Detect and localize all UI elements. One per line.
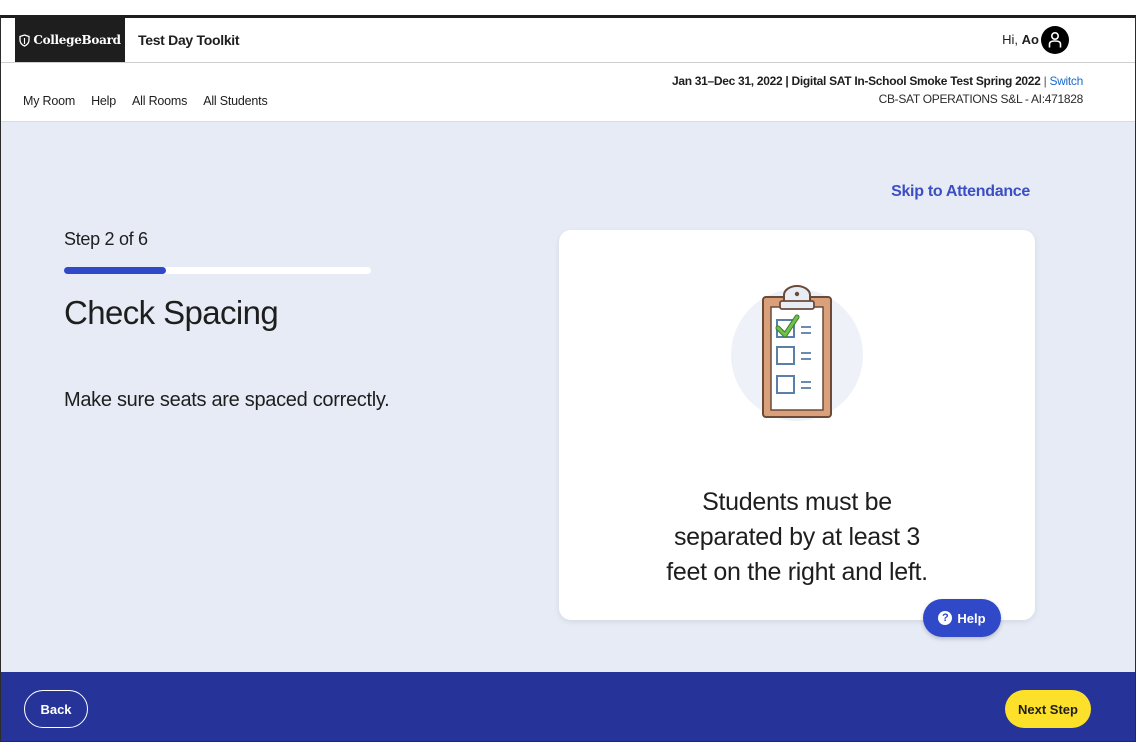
spacing-rule-line-2: separated by at least 3	[673, 523, 921, 551]
college-board-logo[interactable]: CollegeBoard	[15, 18, 125, 62]
nav-item-all-students[interactable]: All Students	[203, 94, 268, 108]
user-greeting: Hi, Ao	[1002, 18, 1039, 62]
help-button-label: Help	[957, 610, 986, 626]
event-title-line: Jan 31–Dec 31, 2022 | Digital SAT In-Sch…	[672, 74, 1083, 88]
step-progress-bar	[64, 267, 371, 274]
help-button[interactable]: ? Help	[923, 599, 1001, 637]
next-step-button[interactable]: Next Step	[1005, 690, 1091, 728]
skip-to-attendance-link[interactable]: Skip to Attendance	[891, 183, 1030, 201]
main-content: Skip to Attendance Step 2 of 6 Check Spa…	[1, 122, 1135, 672]
logo-text: CollegeBoard	[33, 33, 121, 47]
nav-item-help[interactable]: Help	[91, 94, 116, 108]
spacing-rule-line-3: feet on the right and left.	[666, 558, 928, 586]
switch-event-link[interactable]: Switch	[1049, 74, 1083, 88]
user-name: Ao	[1021, 32, 1039, 47]
secondary-nav: My Room Help All Rooms All Students Jan …	[1, 63, 1135, 122]
nav-item-all-rooms[interactable]: All Rooms	[132, 94, 187, 108]
step-progress-fill	[64, 267, 167, 274]
question-circle-icon: ?	[938, 611, 953, 625]
app-title: Test Day Toolkit	[138, 32, 240, 48]
user-icon	[1048, 31, 1062, 48]
footer-bar: Back Next Step	[1, 672, 1135, 741]
app-window: CollegeBoard Test Day Toolkit Hi, Ao My …	[0, 15, 1136, 742]
user-avatar-button[interactable]	[1041, 26, 1069, 54]
acorn-shield-icon	[19, 33, 30, 47]
back-button[interactable]: Back	[24, 690, 88, 728]
step-label: Step 2 of 6	[64, 229, 148, 249]
clipboard-checklist-icon	[731, 284, 863, 421]
spacing-rule-text: Students must be separated by at least 3…	[559, 485, 1035, 590]
spacing-rule-line-1: Students must be	[702, 488, 892, 516]
event-info: Jan 31–Dec 31, 2022 | Digital SAT In-Sch…	[672, 74, 1083, 106]
page-title: Check Spacing	[64, 294, 279, 331]
info-card: Students must be separated by at least 3…	[559, 230, 1035, 620]
top-header: CollegeBoard Test Day Toolkit Hi, Ao	[1, 18, 1135, 63]
nav-links: My Room Help All Rooms All Students	[23, 94, 268, 108]
step-instruction: Make sure seats are spaced correctly.	[64, 389, 390, 411]
greeting-prefix: Hi,	[1002, 32, 1022, 47]
event-org: CB-SAT OPERATIONS S&L - AI:471828	[878, 92, 1084, 106]
event-title: Jan 31–Dec 31, 2022 | Digital SAT In-Sch…	[671, 74, 1041, 88]
nav-item-my-room[interactable]: My Room	[23, 94, 75, 108]
